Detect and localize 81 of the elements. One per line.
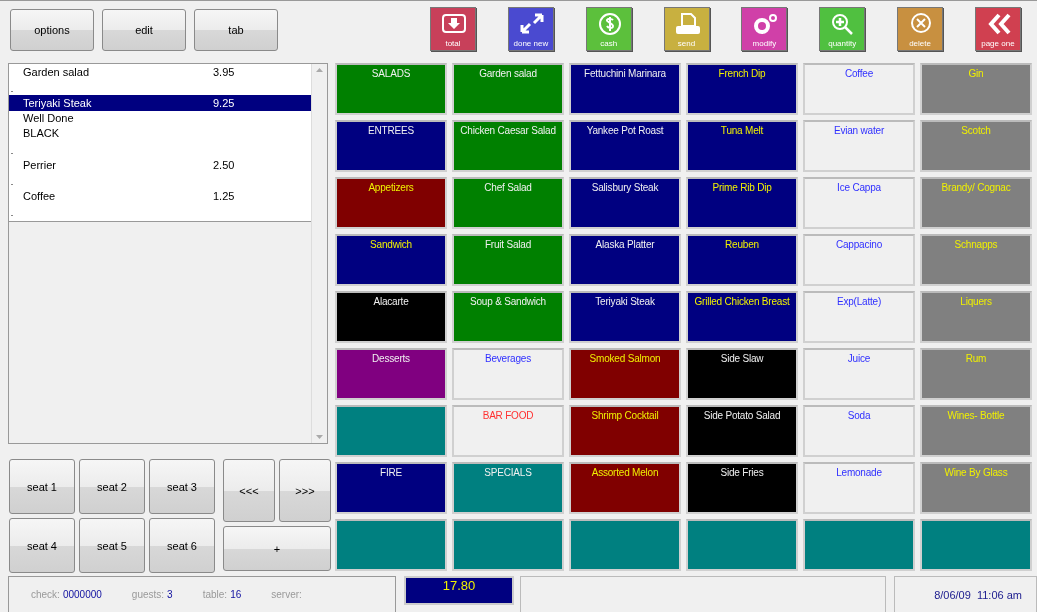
order-row[interactable]: Coffee 1.25 bbox=[9, 188, 311, 204]
toolbar-button[interactable]: page one bbox=[974, 7, 1021, 51]
menu-tile[interactable]: Side Potato Salad bbox=[686, 405, 798, 457]
toolbar-button[interactable]: modify bbox=[741, 7, 788, 51]
menu-tile[interactable]: Coffee bbox=[803, 63, 915, 115]
seat-button[interactable]: seat 4 bbox=[9, 518, 75, 573]
status-label: server: bbox=[271, 589, 302, 600]
menu-tile[interactable]: Teriyaki Steak bbox=[569, 291, 681, 343]
menu-tile[interactable]: FIRE bbox=[335, 462, 447, 514]
menu-tile[interactable]: Desserts bbox=[335, 348, 447, 400]
seat-button[interactable]: seat 1 bbox=[9, 459, 75, 514]
status-value: 3 bbox=[167, 589, 173, 600]
menu-tile[interactable]: Assorted Melon bbox=[569, 462, 681, 514]
printer-icon bbox=[673, 12, 702, 36]
menu-tile[interactable]: Yankee Pot Roast bbox=[569, 120, 681, 172]
next-button[interactable]: >>> bbox=[279, 459, 331, 522]
menu-tile[interactable] bbox=[335, 405, 447, 457]
menu-tile[interactable] bbox=[920, 519, 1032, 571]
add-button[interactable]: + bbox=[223, 526, 331, 571]
menu-tile[interactable]: Juice bbox=[803, 348, 915, 400]
menu-tile[interactable]: Soup & Sandwich bbox=[452, 291, 564, 343]
datetime-display: 8/06/09 11:06 am bbox=[894, 576, 1037, 612]
menu-tile[interactable]: Side Fries bbox=[686, 462, 798, 514]
menu-tile[interactable]: Fruit Salad bbox=[452, 234, 564, 286]
menu-tile[interactable]: SPECIALS bbox=[452, 462, 564, 514]
menu-tile[interactable]: Ice Cappa bbox=[803, 177, 915, 229]
menu-tile[interactable]: Fettuchini Marinara bbox=[569, 63, 681, 115]
menu-button[interactable]: tab bbox=[194, 9, 278, 51]
menu-tile[interactable]: Cappacino bbox=[803, 234, 915, 286]
menu-tile[interactable]: SALADS bbox=[335, 63, 447, 115]
total-display: 17.80 bbox=[404, 576, 514, 605]
order-row[interactable]: Garden salad 3.95 bbox=[9, 64, 311, 80]
menu-tile[interactable]: Alacarte bbox=[335, 291, 447, 343]
menu-button[interactable]: options bbox=[10, 9, 94, 51]
status-label: table: bbox=[202, 589, 228, 600]
menu-tile[interactable]: Sandwich bbox=[335, 234, 447, 286]
toolbar-button[interactable]: done new bbox=[507, 7, 554, 51]
status-label: check: bbox=[31, 589, 60, 600]
seat-button[interactable]: seat 5 bbox=[79, 518, 145, 573]
order-row[interactable]: Teriyaki Steak 9.25 bbox=[9, 95, 311, 111]
seat-button[interactable]: seat 3 bbox=[149, 459, 215, 514]
menu-tile[interactable] bbox=[335, 519, 447, 571]
scroll-up-icon[interactable] bbox=[316, 68, 323, 72]
menu-tile[interactable] bbox=[569, 519, 681, 571]
menu-tile[interactable]: Smoked Salmon bbox=[569, 348, 681, 400]
menu-tile[interactable]: French Dip bbox=[686, 63, 798, 115]
previous-button[interactable]: <<< bbox=[223, 459, 275, 522]
menu-tile[interactable]: Prime Rib Dip bbox=[686, 177, 798, 229]
scroll-down-icon[interactable] bbox=[316, 435, 323, 439]
status-value: 0000000 bbox=[62, 589, 102, 600]
menu-tile[interactable] bbox=[686, 519, 798, 571]
menu-tile[interactable]: Salisbury Steak bbox=[569, 177, 681, 229]
menu-tile[interactable]: Chicken Caesar Salad bbox=[452, 120, 564, 172]
modifier-text: Well Done bbox=[22, 110, 75, 126]
gears-icon bbox=[751, 12, 780, 36]
menu-tile[interactable] bbox=[452, 519, 564, 571]
menu-tile[interactable]: Soda bbox=[803, 405, 915, 457]
menu-tile[interactable]: Grilled Chicken Breast bbox=[686, 291, 798, 343]
menu-tile[interactable]: Tuna Melt bbox=[686, 120, 798, 172]
menu-tile[interactable] bbox=[803, 519, 915, 571]
status-label: guests: bbox=[131, 589, 165, 600]
menu-tile[interactable]: Reuben bbox=[686, 234, 798, 286]
menu-tile[interactable]: Shrimp Cocktail bbox=[569, 405, 681, 457]
tray-icon bbox=[440, 12, 468, 36]
seat-button[interactable]: seat 6 bbox=[149, 518, 215, 573]
seat-button[interactable]: seat 2 bbox=[79, 459, 145, 514]
menu-tile[interactable]: Lemonade bbox=[803, 462, 915, 514]
menu-tile[interactable]: Exp(Latte) bbox=[803, 291, 915, 343]
menu-button[interactable]: edit bbox=[102, 9, 186, 51]
menu-tile[interactable]: Alaska Platter bbox=[569, 234, 681, 286]
modifier-text: BLACK bbox=[22, 126, 61, 141]
menu-tile[interactable]: Garden salad bbox=[452, 63, 564, 115]
menu-tile[interactable]: Evian water bbox=[803, 120, 915, 172]
menu-tile[interactable]: Side Slaw bbox=[686, 348, 798, 400]
menu-tile[interactable]: Chef Salad bbox=[452, 177, 564, 229]
order-row[interactable]: Perrier 2.50 bbox=[9, 157, 311, 173]
menu-tile[interactable]: Beverages bbox=[452, 348, 564, 400]
menu-tile[interactable]: ENTREES bbox=[335, 120, 447, 172]
menu-tile[interactable]: Appetizers bbox=[335, 177, 447, 229]
status-value: 16 bbox=[230, 589, 242, 600]
toolbar-button[interactable]: total bbox=[430, 7, 476, 51]
